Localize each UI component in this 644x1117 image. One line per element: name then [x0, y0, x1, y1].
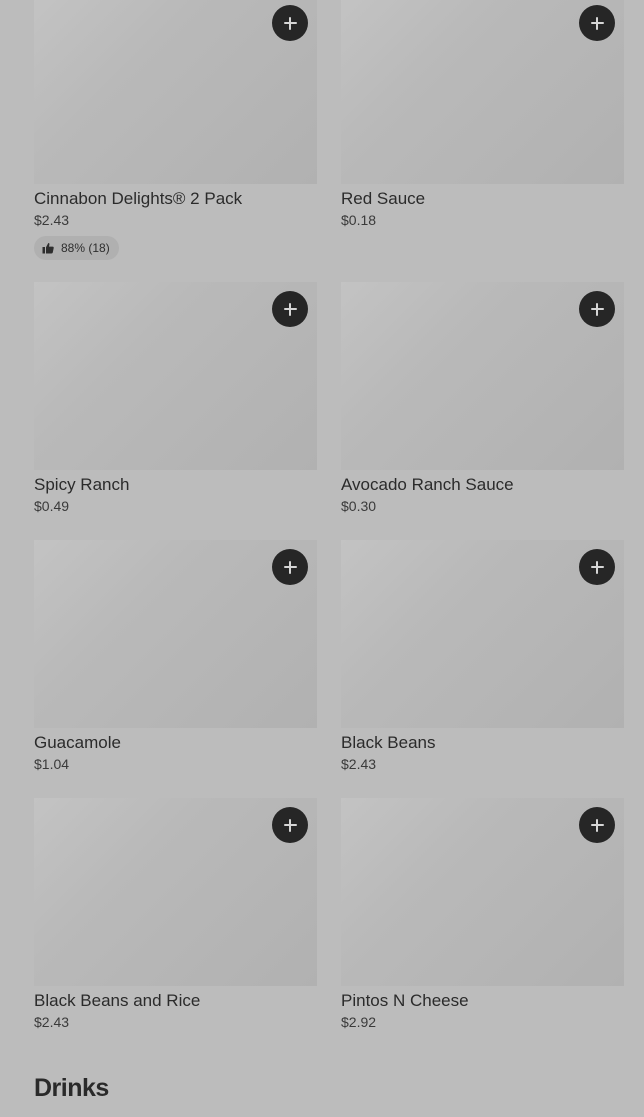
add-to-cart-button[interactable] [579, 807, 615, 843]
add-to-cart-button[interactable] [272, 291, 308, 327]
menu-item-image[interactable] [341, 798, 624, 986]
menu-item-name: Spicy Ranch [34, 475, 130, 494]
add-to-cart-button[interactable] [579, 291, 615, 327]
menu-item-card[interactable]: Spicy Ranch $0.49 [34, 282, 317, 540]
menu-item-card[interactable]: Black Beans $2.43 [341, 540, 624, 798]
menu-item-price: $2.43 [341, 756, 377, 772]
plus-icon [283, 560, 297, 574]
plus-icon [590, 16, 604, 30]
menu-item-name: Cinnabon Delights® 2 Pack [34, 189, 243, 208]
plus-icon [283, 16, 297, 30]
rating-badge: 88% (18) [34, 236, 119, 260]
menu-item-price: $2.43 [34, 212, 70, 228]
menu-page: Cinnabon Delights® 2 Pack $2.43 88% (18)… [0, 0, 644, 1117]
menu-item-price: $0.30 [341, 498, 377, 514]
menu-item-price: $2.92 [341, 1014, 377, 1030]
menu-item-name: Red Sauce [341, 189, 426, 208]
rating-text: 88% (18) [61, 241, 110, 255]
menu-item-image[interactable] [34, 282, 317, 470]
add-to-cart-button[interactable] [272, 549, 308, 585]
menu-item-grid: Cinnabon Delights® 2 Pack $2.43 88% (18)… [34, 0, 624, 1056]
menu-item-card[interactable]: Black Beans and Rice $2.43 [34, 798, 317, 1056]
plus-icon [590, 560, 604, 574]
menu-item-name: Black Beans and Rice [34, 991, 201, 1010]
menu-item-card[interactable]: Avocado Ranch Sauce $0.30 [341, 282, 624, 540]
plus-icon [590, 302, 604, 316]
plus-icon [283, 818, 297, 832]
menu-item-name: Pintos N Cheese [341, 991, 469, 1010]
menu-item-price: $0.49 [34, 498, 70, 514]
add-to-cart-button[interactable] [579, 5, 615, 41]
menu-item-image[interactable] [341, 0, 624, 184]
menu-item-card[interactable]: Pintos N Cheese $2.92 [341, 798, 624, 1056]
menu-item-price: $0.18 [341, 212, 377, 228]
menu-item-price: $2.43 [34, 1014, 70, 1030]
add-to-cart-button[interactable] [579, 549, 615, 585]
menu-item-name: Avocado Ranch Sauce [341, 475, 514, 494]
add-to-cart-button[interactable] [272, 807, 308, 843]
menu-item-name: Guacamole [34, 733, 121, 752]
menu-item-image[interactable] [34, 540, 317, 728]
add-to-cart-button[interactable] [272, 5, 308, 41]
menu-item-name: Black Beans [341, 733, 436, 752]
menu-item-image[interactable] [341, 282, 624, 470]
menu-item-card[interactable]: Guacamole $1.04 [34, 540, 317, 798]
menu-item-price: $1.04 [34, 756, 70, 772]
thumbs-up-icon [42, 243, 54, 254]
menu-item-image[interactable] [34, 0, 317, 184]
menu-item-card[interactable]: Cinnabon Delights® 2 Pack $2.43 88% (18) [34, 0, 317, 282]
plus-icon [283, 302, 297, 316]
menu-item-card[interactable]: Red Sauce $0.18 [341, 0, 624, 282]
menu-item-image[interactable] [34, 798, 317, 986]
section-title-drinks: Drinks [34, 1074, 109, 1102]
menu-item-image[interactable] [341, 540, 624, 728]
plus-icon [590, 818, 604, 832]
